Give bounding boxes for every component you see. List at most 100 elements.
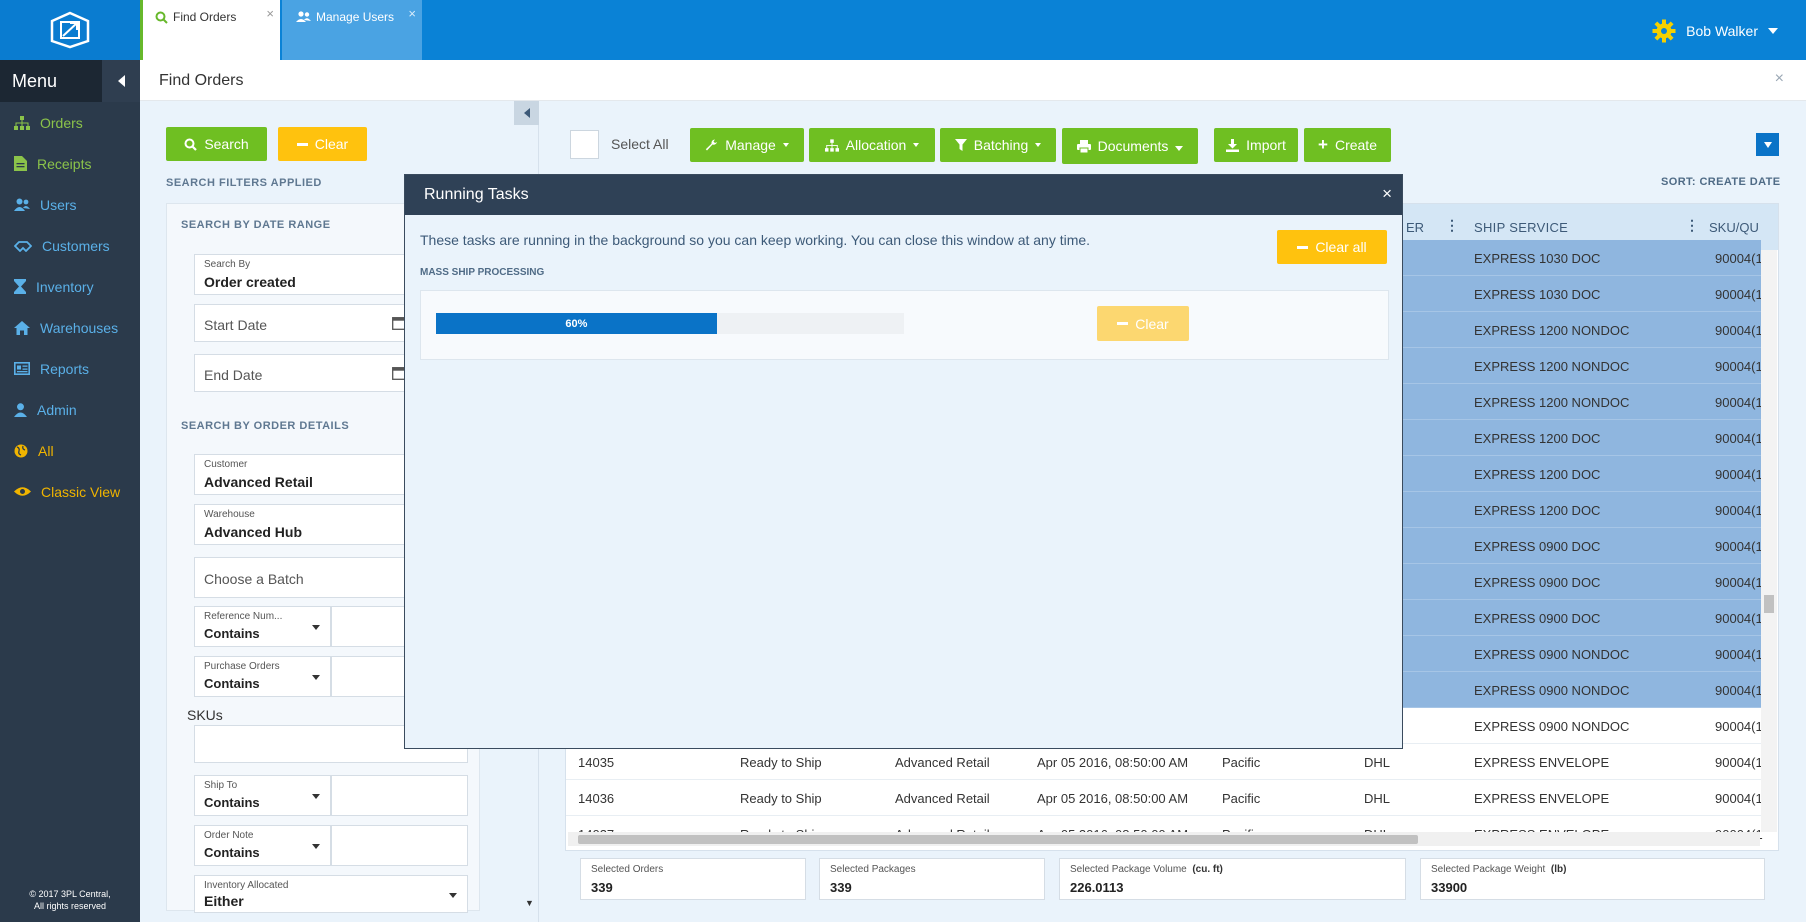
scrollbar-thumb[interactable]: [1764, 595, 1774, 613]
gear-icon[interactable]: [1652, 19, 1676, 43]
field-value: Advanced Retail: [204, 474, 313, 490]
grid-cell-status: Ready to Ship: [740, 755, 822, 770]
manage-dropdown-button[interactable]: Manage: [690, 128, 804, 162]
chevron-down-icon: [312, 844, 320, 849]
sidebar-item-receipts[interactable]: Receipts: [0, 143, 140, 184]
grid-options-button[interactable]: [1756, 133, 1779, 156]
chevron-left-icon: [117, 75, 125, 87]
grid-cell-ship-service: EXPRESS ENVELOPE: [1474, 791, 1610, 806]
purchase-orders-operator[interactable]: Purchase Orders Contains: [194, 656, 331, 697]
globe-icon: [14, 444, 28, 457]
inventory-allocated-dropdown[interactable]: Inventory Allocated Either: [194, 875, 468, 913]
ship-to-input[interactable]: [331, 775, 468, 816]
tab-find-orders[interactable]: Find Orders ×: [140, 0, 280, 60]
sidebar-item-orders[interactable]: Orders: [0, 102, 140, 143]
field-label: Purchase Orders: [204, 661, 280, 672]
batch-placeholder: Choose a Batch: [204, 571, 304, 587]
grid-cell-ship-service: EXPRESS 0900 NONDOC: [1474, 683, 1630, 698]
task-clear-button[interactable]: Clear: [1097, 306, 1189, 341]
clear-all-button[interactable]: Clear all: [1277, 230, 1387, 264]
field-label: Search By: [204, 259, 251, 270]
modal-message: These tasks are running in the backgroun…: [420, 232, 1091, 248]
batching-label: Batching: [973, 137, 1029, 153]
column-menu-icon[interactable]: ⋮: [1445, 217, 1459, 234]
field-label: Reference Num...: [204, 611, 283, 622]
chevron-down-icon: [1763, 141, 1772, 148]
grid-cell-sku: 90004(1: [1715, 539, 1763, 554]
table-row[interactable]: 14036 Ready to Ship Advanced Retail Apr 05 …: [566, 780, 1763, 816]
chevron-down-icon: [312, 625, 320, 630]
copyright-line: All rights reserved: [33, 901, 107, 911]
summary-label: Selected Packages: [830, 864, 916, 875]
sidebar-item-inventory[interactable]: Inventory: [0, 266, 140, 307]
grid-cell-sku: 90004(1: [1715, 251, 1763, 266]
field-label: Customer: [204, 459, 248, 470]
column-header-sku[interactable]: SKU/QU: [1709, 220, 1759, 235]
grid-cell-zone: Pacific: [1222, 755, 1261, 770]
tab-manage-users[interactable]: Manage Users ×: [282, 0, 422, 60]
horizontal-scrollbar[interactable]: [568, 832, 1760, 846]
scroll-down-icon[interactable]: ▼: [525, 898, 534, 908]
scrollbar-thumb[interactable]: [578, 835, 1418, 844]
sidebar-item-customers[interactable]: Customers: [0, 225, 140, 266]
tab-label: Manage Users: [316, 10, 395, 24]
app-logo[interactable]: [0, 0, 140, 60]
close-icon[interactable]: ×: [1382, 184, 1392, 204]
table-row[interactable]: 14035 Ready to Ship Advanced Retail Apr 05 …: [566, 744, 1763, 780]
grid-cell-status: Ready to Ship: [740, 791, 822, 806]
documents-dropdown-button[interactable]: Documents: [1062, 128, 1198, 164]
sidebar-item-warehouses[interactable]: Warehouses: [0, 307, 140, 348]
sidebar-item-classic-view[interactable]: Classic View: [0, 471, 140, 512]
clear-button[interactable]: Clear: [278, 127, 367, 161]
reference-number-operator[interactable]: Reference Num... Contains: [194, 606, 331, 647]
modal-title: Running Tasks: [424, 186, 529, 203]
allocation-dropdown-button[interactable]: Allocation: [809, 128, 935, 162]
selected-volume-box: Selected Package Volume (cu. ft) 226.011…: [1059, 858, 1406, 900]
grid-cell-sku: 90004(1: [1715, 719, 1763, 734]
field-label: Order Note: [204, 830, 254, 841]
grid-cell-ship-service: EXPRESS 0900 NONDOC: [1474, 647, 1630, 662]
collapse-filters-button[interactable]: [514, 101, 539, 125]
users-icon: [14, 198, 30, 211]
chevron-down-icon: [449, 893, 457, 898]
search-button[interactable]: Search: [166, 127, 267, 161]
order-note-operator[interactable]: Order Note Contains: [194, 825, 331, 866]
grid-cell-ship-service: EXPRESS 1200 NONDOC: [1474, 395, 1630, 410]
grid-cell-ship-service: EXPRESS 1200 NONDOC: [1474, 359, 1630, 374]
sidebar-item-admin[interactable]: Admin: [0, 389, 140, 430]
column-menu-icon[interactable]: ⋮: [1685, 217, 1699, 234]
sidebar-item-users[interactable]: Users: [0, 184, 140, 225]
vertical-scrollbar[interactable]: [1761, 250, 1777, 832]
menu-collapse-button[interactable]: [102, 60, 140, 102]
filters-applied-label: SEARCH FILTERS APPLIED: [166, 177, 322, 189]
minus-icon: [1297, 245, 1309, 249]
printer-icon: [1076, 139, 1091, 153]
field-label: Warehouse: [204, 509, 255, 520]
column-header-ship-service[interactable]: SHIP SERVICE: [1474, 220, 1568, 235]
import-button[interactable]: Import: [1214, 128, 1298, 162]
select-all-checkbox[interactable]: [570, 130, 599, 159]
ship-to-operator[interactable]: Ship To Contains: [194, 775, 331, 816]
page-header: Find Orders ×: [140, 60, 1806, 101]
sidebar-item-reports[interactable]: Reports: [0, 348, 140, 389]
sidebar-item-label: Users: [40, 196, 77, 213]
page-close-icon[interactable]: ×: [1775, 70, 1784, 88]
wrench-icon: [706, 138, 718, 150]
field-value: Advanced Hub: [204, 524, 303, 540]
create-button[interactable]: + Create: [1304, 128, 1391, 162]
tab-close-icon[interactable]: ×: [266, 6, 274, 21]
order-note-input[interactable]: [331, 825, 468, 866]
grid-cell-carrier: DHL: [1364, 791, 1391, 806]
user-menu[interactable]: Bob Walker: [1652, 19, 1778, 43]
progress-fill: 60%: [436, 313, 717, 334]
chevron-down-icon: [1035, 143, 1042, 147]
summary-value: 33900: [1431, 880, 1468, 895]
sidebar-item-all[interactable]: All: [0, 430, 140, 471]
batching-dropdown-button[interactable]: Batching: [940, 128, 1056, 162]
grid-cell-sku: 90004(1: [1715, 467, 1763, 482]
sidebar-item-label: Admin: [37, 401, 77, 418]
column-header-partial[interactable]: ER: [1406, 220, 1424, 235]
grid-cell-sku: 90004(1: [1715, 683, 1763, 698]
tab-close-icon[interactable]: ×: [408, 6, 416, 21]
tab-label: Find Orders: [173, 10, 237, 24]
